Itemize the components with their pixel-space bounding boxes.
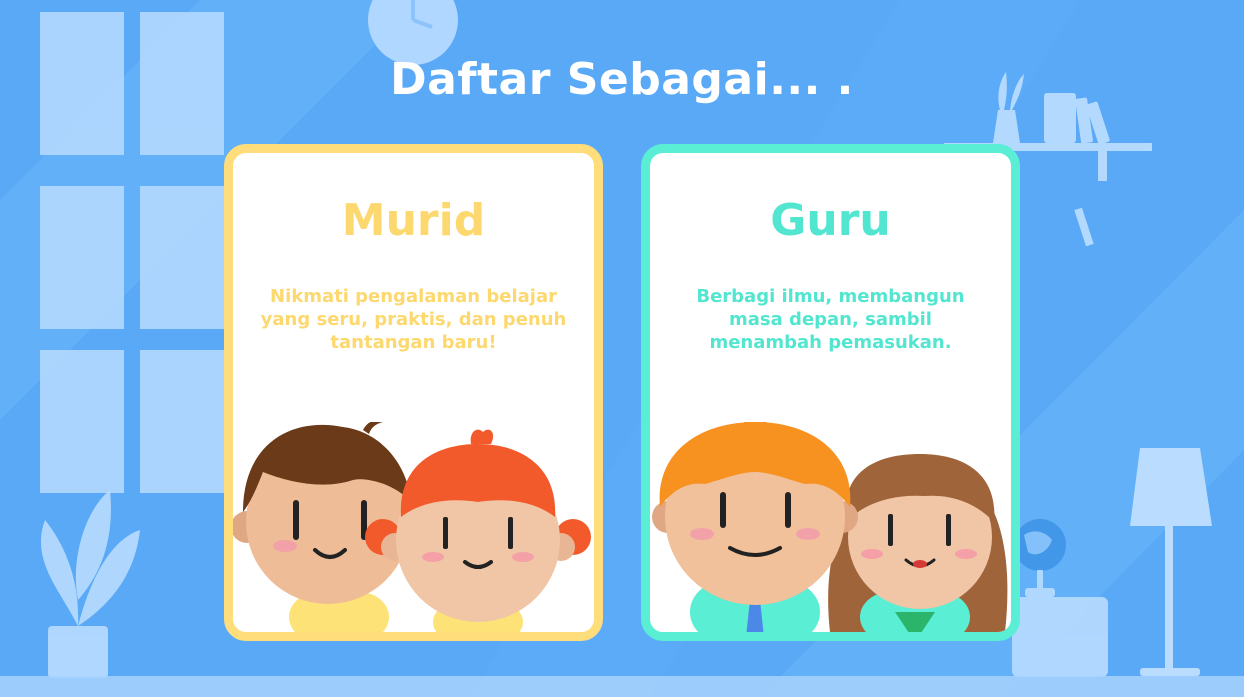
role-description-murid: Nikmati pengalaman belajar yang seru, pr…	[260, 286, 567, 353]
male-teacher-icon	[652, 422, 858, 632]
girl-student-icon	[365, 429, 591, 632]
female-teacher-icon	[828, 454, 1008, 632]
students-illustration	[233, 422, 591, 632]
role-description-guru: Berbagi ilmu, membangun masa depan, samb…	[696, 286, 965, 353]
page-title: Daftar Sebagai... .	[390, 54, 854, 105]
role-title-guru: Guru	[770, 195, 891, 246]
role-title-murid: Murid	[341, 195, 486, 246]
role-card-guru[interactable]: Guru Berbagi ilmu, membangun masa depan,…	[641, 144, 1020, 641]
role-card-murid[interactable]: Murid Nikmati pengalaman belajar yang se…	[224, 144, 603, 641]
teachers-illustration	[652, 422, 1008, 632]
